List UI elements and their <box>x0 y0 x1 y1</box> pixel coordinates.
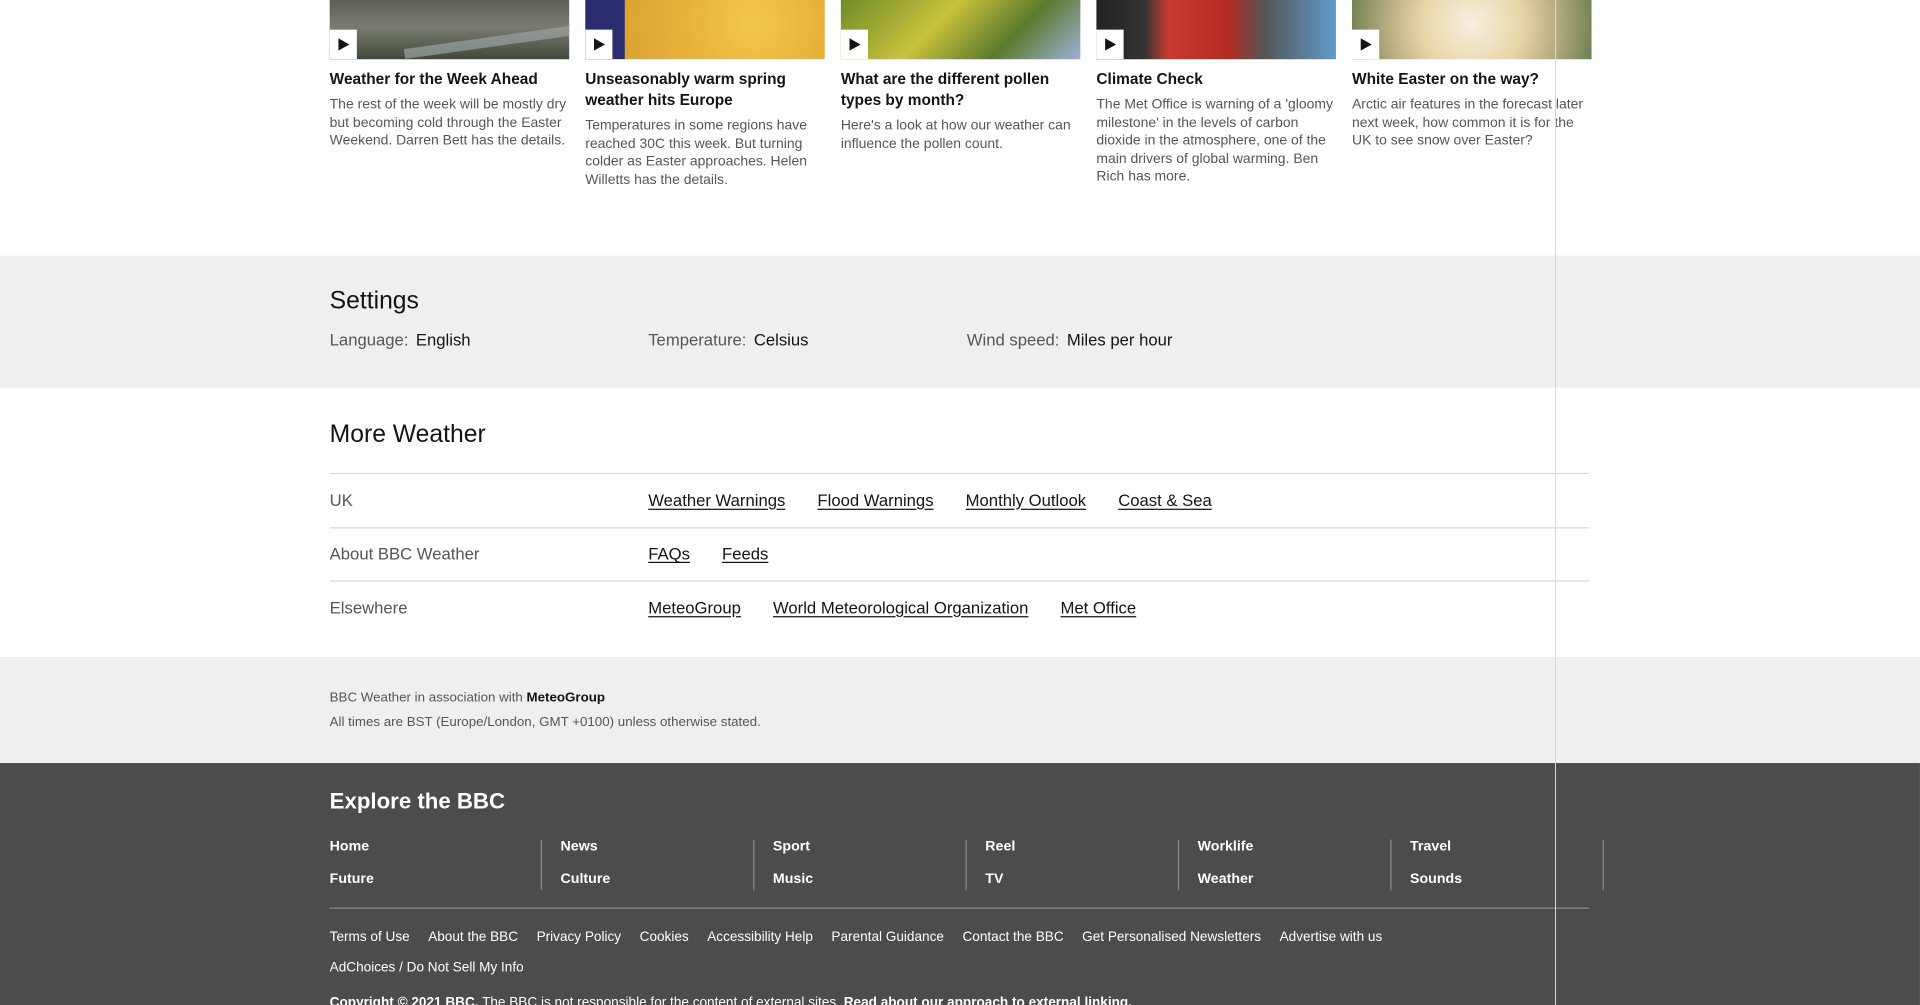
footer-link-news[interactable]: News <box>561 840 754 856</box>
video-title[interactable]: Weather for the Week Ahead <box>330 69 570 90</box>
footer-link-worklife[interactable]: Worklife <box>1198 840 1391 856</box>
footer-link-reel[interactable]: Reel <box>985 840 1178 856</box>
wmo-link[interactable]: World Meteorological Organization <box>773 599 1028 618</box>
footer-link-tv[interactable]: TV <box>985 872 1178 888</box>
scrollbar[interactable] <box>1555 0 1556 1005</box>
weather-warnings-link[interactable]: Weather Warnings <box>648 491 785 510</box>
temperature-label: Temperature: <box>648 330 747 350</box>
explore-column: Worklife Weather <box>1179 839 1392 891</box>
explore-column: News Culture <box>542 839 755 891</box>
about-the-bbc-link[interactable]: About the BBC <box>428 928 518 945</box>
play-icon[interactable] <box>1351 29 1380 60</box>
video-card[interactable]: Weather for the Week Ahead The rest of t… <box>329 0 570 189</box>
meteogroup-brand[interactable]: MeteoGroup <box>527 690 606 705</box>
privacy-policy-link[interactable]: Privacy Policy <box>537 928 622 945</box>
met-office-link[interactable]: Met Office <box>1060 599 1136 618</box>
wind-speed-setting[interactable]: Wind speed: Miles per hour <box>967 331 1286 350</box>
row-heading: About BBC Weather <box>329 544 480 564</box>
footer-link-sounds[interactable]: Sounds <box>1410 872 1603 888</box>
settings-section: Settings Language: English Temperature: … <box>0 255 1920 388</box>
video-thumbnail[interactable] <box>840 0 1081 60</box>
more-weather-row-elsewhere: Elsewhere MeteoGroup World Meteorologica… <box>329 580 1590 634</box>
video-description: The Met Office is warning of a 'gloomy m… <box>1096 97 1333 185</box>
bbc-footer: Explore the BBC Home Future News Culture… <box>0 763 1920 1005</box>
play-icon[interactable] <box>840 29 868 60</box>
video-description: Here's a look at how our weather can inf… <box>840 118 1071 152</box>
explore-links: Home Future News Culture Sport Music Ree… <box>330 839 1604 891</box>
video-title[interactable]: Unseasonably warm spring weather hits Eu… <box>585 69 825 111</box>
language-setting[interactable]: Language: English <box>330 331 649 350</box>
wind-speed-label: Wind speed: <box>966 330 1060 350</box>
temperature-value[interactable]: Celsius <box>754 331 809 350</box>
faqs-link[interactable]: FAQs <box>648 545 690 564</box>
footer-link-music[interactable]: Music <box>773 872 966 888</box>
video-card[interactable]: Climate Check The Met Office is warning … <box>1096 0 1336 189</box>
explore-column: Home Future <box>330 839 543 891</box>
video-title[interactable]: What are the different pollen types by m… <box>841 69 1081 111</box>
video-description: Temperatures in some regions have reache… <box>585 118 808 188</box>
play-icon[interactable] <box>1096 29 1124 60</box>
video-card[interactable]: What are the different pollen types by m… <box>840 0 1081 189</box>
footer-link-travel[interactable]: Travel <box>1410 840 1603 856</box>
footer-link-weather[interactable]: Weather <box>1198 872 1391 888</box>
adchoices-link[interactable]: AdChoices / Do Not Sell My Info <box>330 961 524 976</box>
video-list: Weather for the Week Ahead The rest of t… <box>329 0 1592 189</box>
cookies-link[interactable]: Cookies <box>640 928 689 945</box>
explore-column: Travel Sounds <box>1392 839 1604 891</box>
video-card[interactable]: Unseasonably warm spring weather hits Eu… <box>585 0 825 189</box>
explore-column: Sport Music <box>754 839 967 891</box>
video-description: The rest of the week will be mostly dry … <box>329 97 567 149</box>
contact-the-bbc-link[interactable]: Contact the BBC <box>962 928 1063 945</box>
settings-title: Settings <box>329 287 419 315</box>
footer-link-future[interactable]: Future <box>330 872 541 888</box>
attribution-line: BBC Weather in association with MeteoGro… <box>330 689 1589 706</box>
play-icon[interactable] <box>585 29 613 60</box>
accessibility-help-link[interactable]: Accessibility Help <box>707 928 813 945</box>
more-weather-section: More Weather UK Weather Warnings Flood W… <box>0 387 1920 657</box>
video-title[interactable]: Climate Check <box>1096 69 1336 90</box>
footer-link-culture[interactable]: Culture <box>561 872 754 888</box>
video-thumbnail[interactable] <box>1096 0 1336 60</box>
terms-of-use-link[interactable]: Terms of Use <box>330 928 410 945</box>
parental-guidance-link[interactable]: Parental Guidance <box>831 928 944 945</box>
language-value[interactable]: English <box>416 331 471 350</box>
video-thumbnail[interactable] <box>329 0 570 60</box>
copyright-line: Copyright © 2021 BBC. The BBC is not res… <box>330 994 1589 1005</box>
more-weather-row-about: About BBC Weather FAQs Feeds <box>329 526 1590 581</box>
video-section: Weather for the Week Ahead The rest of t… <box>0 0 1920 256</box>
footer-link-home[interactable]: Home <box>330 840 541 856</box>
footer-link-sport[interactable]: Sport <box>773 840 966 856</box>
meteogroup-link[interactable]: MeteoGroup <box>648 599 741 618</box>
timezone-note: All times are BST (Europe/London, GMT +0… <box>329 714 761 730</box>
coast-and-sea-link[interactable]: Coast & Sea <box>1118 491 1212 510</box>
advertise-link[interactable]: Advertise with us <box>1280 928 1383 945</box>
row-heading: Elsewhere <box>329 598 408 618</box>
adchoices-row: AdChoices / Do Not Sell My Info <box>330 959 1589 976</box>
video-thumbnail[interactable] <box>585 0 825 60</box>
language-label: Language: <box>329 330 409 350</box>
copyright-notice: Copyright © 2021 BBC. <box>329 995 479 1005</box>
temperature-setting[interactable]: Temperature: Celsius <box>648 331 967 350</box>
row-heading: UK <box>329 491 353 510</box>
attribution-prefix: BBC Weather in association with <box>329 690 523 706</box>
external-linking-link[interactable]: Read about our approach to external link… <box>844 995 1132 1005</box>
explore-column: Reel TV <box>967 839 1180 891</box>
flood-warnings-link[interactable]: Flood Warnings <box>817 491 933 510</box>
newsletters-link[interactable]: Get Personalised Newsletters <box>1082 928 1261 945</box>
copyright-text: The BBC is not responsible for the conte… <box>482 995 840 1005</box>
legal-links: Terms of Use About the BBC Privacy Polic… <box>330 928 1589 945</box>
footer-divider <box>329 907 1590 909</box>
feeds-link[interactable]: Feeds <box>722 545 768 564</box>
play-icon[interactable] <box>329 29 357 60</box>
more-weather-row-uk: UK Weather Warnings Flood Warnings Month… <box>329 472 1590 527</box>
wind-speed-value[interactable]: Miles per hour <box>1067 331 1173 350</box>
attribution-section: BBC Weather in association with MeteoGro… <box>0 656 1920 764</box>
footer-title: Explore the BBC <box>329 788 506 814</box>
more-weather-title: More Weather <box>329 421 486 449</box>
page: Weather for the Week Ahead The rest of t… <box>0 0 1920 1005</box>
settings-row: Language: English Temperature: Celsius W… <box>330 331 1589 350</box>
monthly-outlook-link[interactable]: Monthly Outlook <box>966 491 1086 510</box>
